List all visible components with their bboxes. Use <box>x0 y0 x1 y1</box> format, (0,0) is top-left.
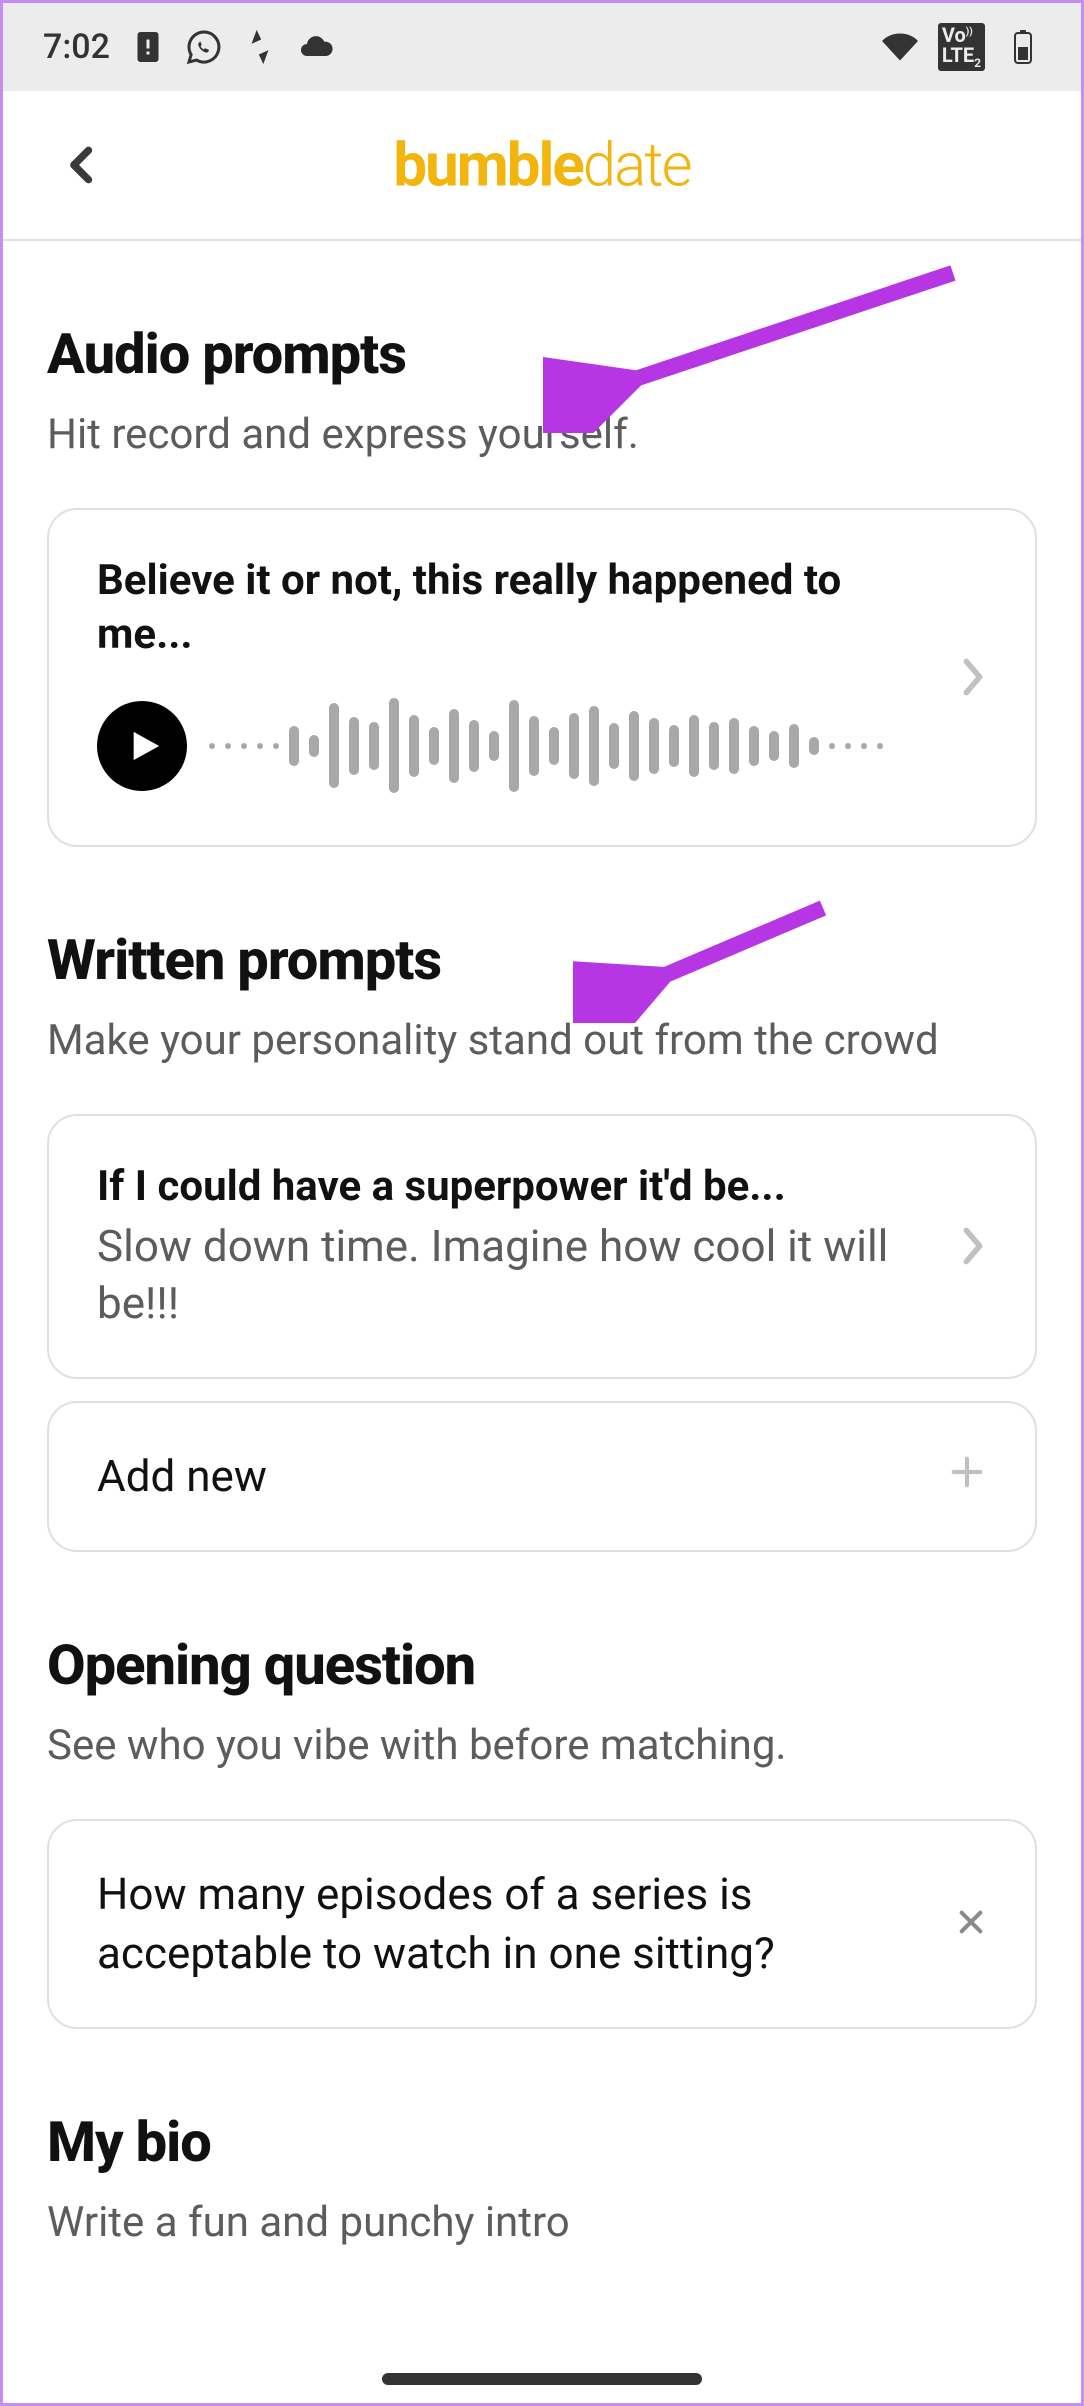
content-scroll[interactable]: Audio prompts Hit record and express you… <box>3 321 1081 2252</box>
volte-icon: Vo))LTE2 <box>938 23 985 71</box>
status-bar: 7:02 Vo))LTE2 <box>3 3 1081 91</box>
chevron-right-icon <box>959 1226 987 1266</box>
section-opening-question: Opening question See who you vibe with b… <box>47 1632 1037 2029</box>
plus-icon <box>947 1447 987 1505</box>
home-indicator[interactable] <box>382 2373 702 2385</box>
audio-player <box>97 691 935 801</box>
add-new-prompt-button[interactable]: Add new <box>47 1401 1037 1552</box>
cloud-icon <box>298 29 334 65</box>
section-audio-prompts: Audio prompts Hit record and express you… <box>47 321 1037 847</box>
chevron-right-icon <box>959 657 987 697</box>
wifi-icon <box>882 29 918 65</box>
do-not-disturb-icon <box>242 29 278 65</box>
written-prompt-answer: Slow down time. Imagine how cool it will… <box>97 1218 935 1332</box>
opening-question-card[interactable]: How many episodes of a series is accepta… <box>47 1819 1037 2030</box>
section-title-audio: Audio prompts <box>47 321 1037 387</box>
written-prompt-card[interactable]: If I could have a superpower it'd be... … <box>47 1114 1037 1379</box>
section-title-bio: My bio <box>47 2109 1037 2175</box>
play-button[interactable] <box>97 701 187 791</box>
section-my-bio: My bio Write a fun and punchy intro <box>47 2109 1037 2252</box>
back-button[interactable] <box>53 135 113 195</box>
logo-bumble: bumble <box>393 130 582 201</box>
section-sub-opening: See who you vibe with before matching. <box>47 1718 1037 1775</box>
sim-alert-icon <box>130 29 166 65</box>
clock-time: 7:02 <box>43 27 110 67</box>
battery-icon <box>1005 29 1041 65</box>
status-right: Vo))LTE2 <box>882 23 1041 71</box>
audio-prompt-card[interactable]: Believe it or not, this really happened … <box>47 508 1037 847</box>
whatsapp-icon <box>186 29 222 65</box>
section-title-written: Written prompts <box>47 927 1037 993</box>
written-prompt-title: If I could have a superpower it'd be... <box>97 1160 935 1215</box>
add-new-label: Add new <box>97 1447 923 1506</box>
section-sub-bio: Write a fun and punchy intro <box>47 2195 1037 2252</box>
waveform[interactable] <box>209 691 935 801</box>
section-sub-audio: Hit record and express yourself. <box>47 407 1037 464</box>
phone-frame: 7:02 Vo))LTE2 <box>0 0 1084 2406</box>
status-left: 7:02 <box>43 27 334 67</box>
play-icon <box>128 726 162 766</box>
section-sub-written: Make your personality stand out from the… <box>47 1013 1037 1070</box>
app-logo: bumbledate <box>393 130 690 201</box>
close-icon[interactable] <box>955 1906 987 1942</box>
section-written-prompts: Written prompts Make your personality st… <box>47 927 1037 1552</box>
app-header: bumbledate <box>3 91 1081 241</box>
section-title-opening: Opening question <box>47 1632 1037 1698</box>
audio-prompt-title: Believe it or not, this really happened … <box>97 554 935 663</box>
logo-date: date <box>583 130 691 201</box>
opening-question-text: How many episodes of a series is accepta… <box>97 1865 931 1984</box>
